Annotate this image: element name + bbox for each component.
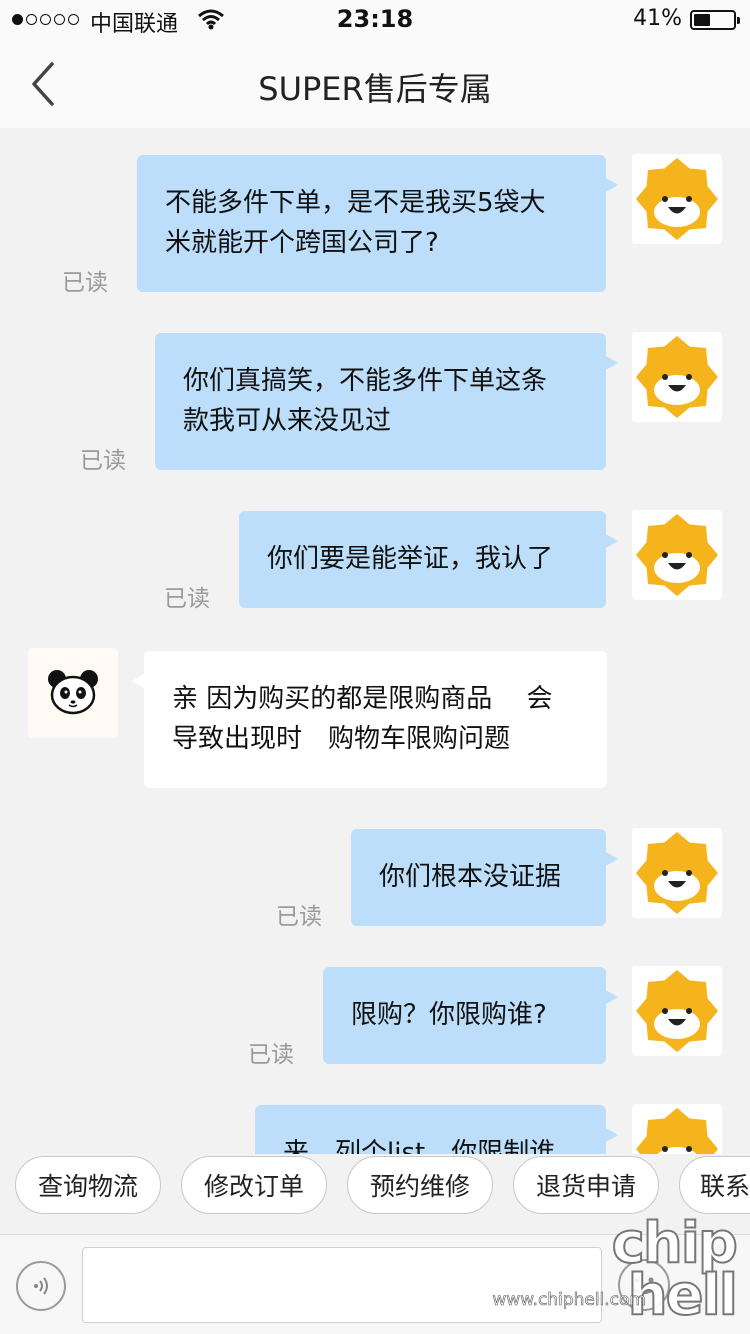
message-bubble[interactable]: 限购？你限购谁? [323,967,618,1064]
quick-reply-track-logistics[interactable]: 查询物流 [15,1156,161,1214]
user-avatar[interactable] [632,1104,722,1154]
message-text-line: 亲 因为购买的都是限购商品 会 [172,684,553,714]
lion-icon [636,336,718,418]
message-text-line: 你们要是能举证，我认了 [267,544,554,574]
message-text-line: 导致出现时 购物车限购问题 [172,724,511,754]
message-text-line: 你们根本没证据 [379,862,562,892]
message-bubble[interactable]: 不能多件下单，是不是我买5袋大 米就能开个跨国公司了? [137,155,618,292]
agent-avatar[interactable] [28,648,118,738]
message-bubble[interactable]: 你们要是能举证，我认了 [239,511,618,608]
message-bubble[interactable]: 你们真搞笑，不能多件下单这条 款我可从来没见过 [155,333,618,470]
read-status: 已读 [248,1042,294,1068]
message-bubble[interactable]: 来，列个list，你限制谁 [255,1105,618,1154]
message-text-line: 不能多件下单，是不是我买5袋大 [165,188,546,218]
message-bubble[interactable]: 亲 因为购买的都是限购商品 会 导致出现时 购物车限购问题 [132,651,607,788]
read-status: 已读 [80,448,126,474]
status-bar: 中国联通 23:18 41% [0,0,750,40]
quick-reply-contact[interactable]: 联系 [679,1156,750,1214]
nav-bar: SUPER售后专属 [0,40,750,128]
read-status: 已读 [62,270,108,296]
message-text-line: 限购？你限购谁? [351,1000,547,1030]
battery-icon [690,10,740,30]
battery-percent: 41% [633,6,682,31]
quick-reply-modify-order[interactable]: 修改订单 [181,1156,327,1214]
message-text-line: 你们真搞笑，不能多件下单这条 [183,366,548,396]
lion-icon [636,514,718,596]
lion-icon [636,1108,718,1154]
watermark: chip hell www.chiphell.com [492,1215,739,1325]
voice-button[interactable] [16,1261,66,1311]
voice-icon [34,1277,48,1295]
user-avatar[interactable] [632,332,722,422]
message-bubble[interactable]: 你们根本没证据 [351,829,618,926]
page-title: SUPER售后专属 [258,70,492,108]
message-text-line: 来，列个list，你限制谁 [283,1138,556,1154]
quick-reply-book-repair[interactable]: 预约维修 [347,1156,493,1214]
user-avatar[interactable] [632,966,722,1056]
panda-icon [48,670,98,715]
user-avatar[interactable] [632,154,722,244]
watermark-url: www.chiphell.com [492,1290,646,1311]
chat-message-list[interactable]: 不能多件下单，是不是我买5袋大 米就能开个跨国公司了? 已读 你们真搞笑，不能多… [0,128,750,1154]
read-status: 已读 [276,904,322,930]
lion-icon [636,970,718,1052]
read-status: 已读 [164,586,210,612]
user-avatar[interactable] [632,828,722,918]
quick-reply-return-request[interactable]: 退货申请 [513,1156,659,1214]
lion-icon [636,832,718,914]
message-input[interactable] [82,1247,602,1323]
message-text-line: 款我可从来没见过 [183,406,392,436]
lion-icon [636,158,718,240]
user-avatar[interactable] [632,510,722,600]
message-text-line: 米就能开个跨国公司了? [165,228,439,258]
